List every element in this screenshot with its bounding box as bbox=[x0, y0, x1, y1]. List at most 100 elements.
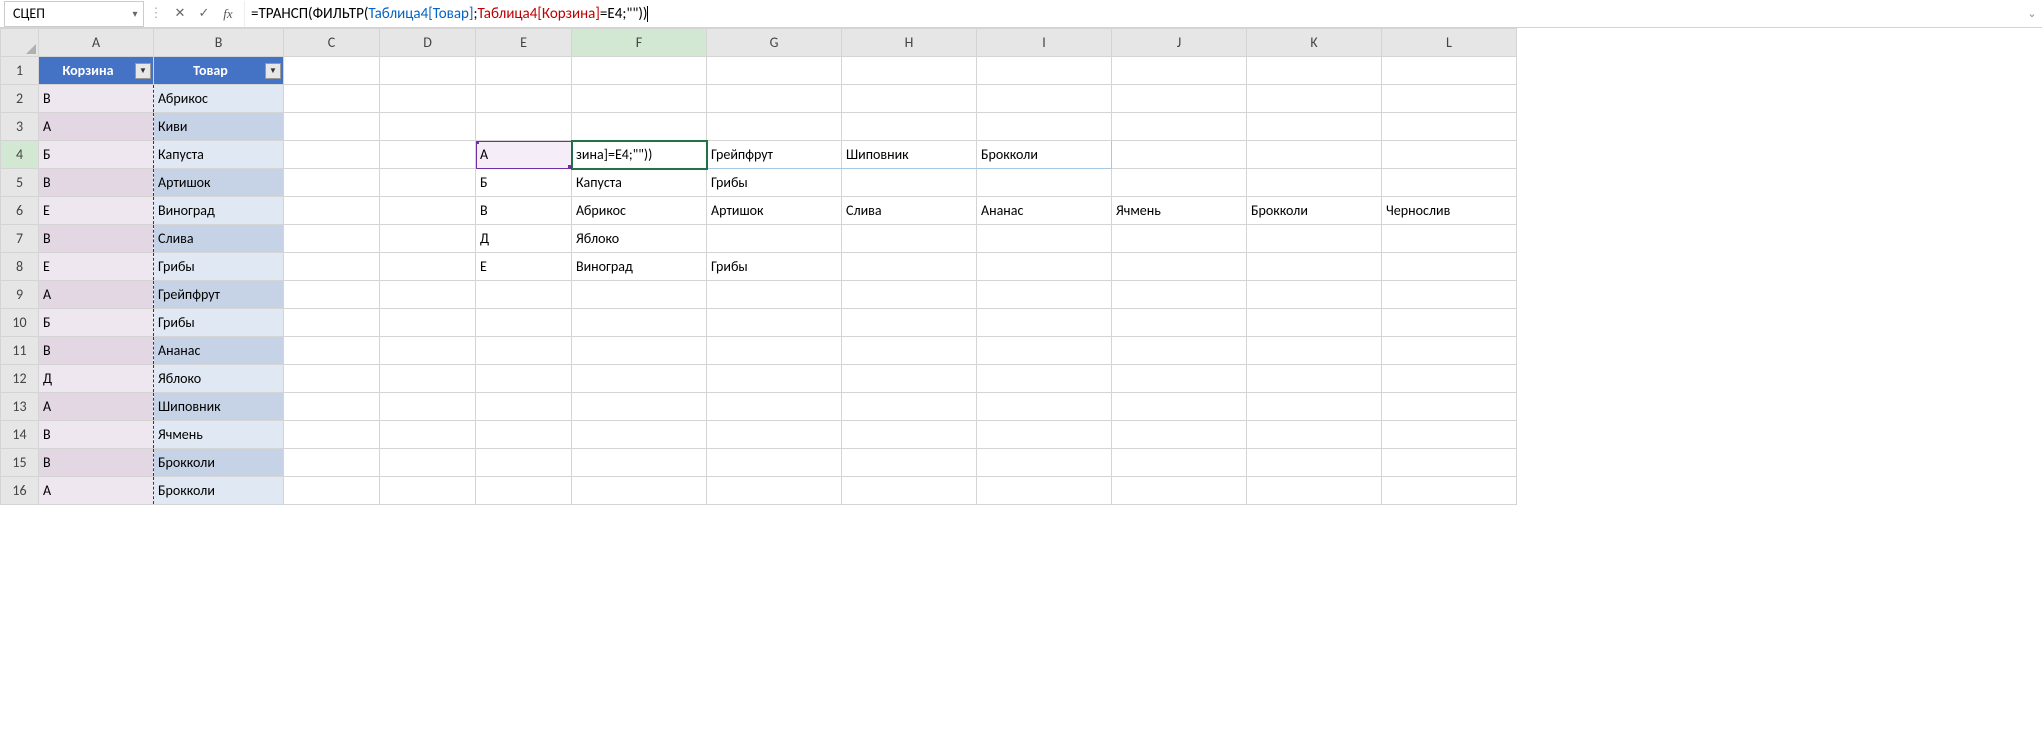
cell-L10[interactable] bbox=[1382, 309, 1517, 337]
cell-L15[interactable] bbox=[1382, 449, 1517, 477]
cell-C10[interactable] bbox=[284, 309, 380, 337]
cell-I16[interactable] bbox=[977, 477, 1112, 505]
cell-I10[interactable] bbox=[977, 309, 1112, 337]
cell-K3[interactable] bbox=[1247, 113, 1382, 141]
cell-I13[interactable] bbox=[977, 393, 1112, 421]
insert-function-button[interactable]: fx bbox=[216, 2, 240, 26]
cell-B5[interactable]: Артишок bbox=[154, 169, 284, 197]
col-header-I[interactable]: I bbox=[977, 29, 1112, 57]
cell-C2[interactable] bbox=[284, 85, 380, 113]
row-header[interactable]: 11 bbox=[1, 337, 39, 365]
name-box[interactable]: СЦЕП ▾ bbox=[4, 1, 144, 27]
cell-F1[interactable] bbox=[572, 57, 707, 85]
cell-E5[interactable]: Б bbox=[476, 169, 572, 197]
row-header[interactable]: 5 bbox=[1, 169, 39, 197]
row-header[interactable]: 9 bbox=[1, 281, 39, 309]
name-box-dropdown-icon[interactable]: ▾ bbox=[127, 7, 143, 20]
cell-A3[interactable]: А bbox=[39, 113, 154, 141]
cell-H12[interactable] bbox=[842, 365, 977, 393]
cell-K9[interactable] bbox=[1247, 281, 1382, 309]
cell-F2[interactable] bbox=[572, 85, 707, 113]
cell-H11[interactable] bbox=[842, 337, 977, 365]
cell-A1[interactable]: Корзина▼ bbox=[39, 57, 154, 85]
cell-K11[interactable] bbox=[1247, 337, 1382, 365]
cell-J10[interactable] bbox=[1112, 309, 1247, 337]
cell-G14[interactable] bbox=[707, 421, 842, 449]
cell-A16[interactable]: А bbox=[39, 477, 154, 505]
cell-I5[interactable] bbox=[977, 169, 1112, 197]
col-header-E[interactable]: E bbox=[476, 29, 572, 57]
cell-K15[interactable] bbox=[1247, 449, 1382, 477]
cell-I3[interactable] bbox=[977, 113, 1112, 141]
cell-B3[interactable]: Киви bbox=[154, 113, 284, 141]
col-header-C[interactable]: C bbox=[284, 29, 380, 57]
cell-B14[interactable]: Ячмень bbox=[154, 421, 284, 449]
cell-A6[interactable]: Е bbox=[39, 197, 154, 225]
cell-D7[interactable] bbox=[380, 225, 476, 253]
row-header[interactable]: 8 bbox=[1, 253, 39, 281]
cell-G6[interactable]: Артишок bbox=[707, 197, 842, 225]
cell-E7[interactable]: Д bbox=[476, 225, 572, 253]
cell-F15[interactable] bbox=[572, 449, 707, 477]
cell-D1[interactable] bbox=[380, 57, 476, 85]
cell-E13[interactable] bbox=[476, 393, 572, 421]
cell-F7[interactable]: Яблоко bbox=[572, 225, 707, 253]
row-header[interactable]: 7 bbox=[1, 225, 39, 253]
cell-F4[interactable]: зина]=E4;"")) bbox=[572, 141, 707, 169]
cell-J4[interactable] bbox=[1112, 141, 1247, 169]
cell-F10[interactable] bbox=[572, 309, 707, 337]
cell-J15[interactable] bbox=[1112, 449, 1247, 477]
cell-C5[interactable] bbox=[284, 169, 380, 197]
cell-L14[interactable] bbox=[1382, 421, 1517, 449]
cell-I12[interactable] bbox=[977, 365, 1112, 393]
cell-F12[interactable] bbox=[572, 365, 707, 393]
cell-H4[interactable]: Шиповник bbox=[842, 141, 977, 169]
col-header-F[interactable]: F bbox=[572, 29, 707, 57]
cell-C16[interactable] bbox=[284, 477, 380, 505]
cell-D12[interactable] bbox=[380, 365, 476, 393]
cell-E6[interactable]: В bbox=[476, 197, 572, 225]
cell-J5[interactable] bbox=[1112, 169, 1247, 197]
cell-D11[interactable] bbox=[380, 337, 476, 365]
cell-B7[interactable]: Слива bbox=[154, 225, 284, 253]
cell-H9[interactable] bbox=[842, 281, 977, 309]
cell-E11[interactable] bbox=[476, 337, 572, 365]
cell-J6[interactable]: Ячмень bbox=[1112, 197, 1247, 225]
cell-B13[interactable]: Шиповник bbox=[154, 393, 284, 421]
row-header[interactable]: 10 bbox=[1, 309, 39, 337]
row-header[interactable]: 15 bbox=[1, 449, 39, 477]
cell-A12[interactable]: Д bbox=[39, 365, 154, 393]
cell-E9[interactable] bbox=[476, 281, 572, 309]
cell-I1[interactable] bbox=[977, 57, 1112, 85]
cell-G4[interactable]: Грейпфрут bbox=[707, 141, 842, 169]
cell-I6[interactable]: Ананас bbox=[977, 197, 1112, 225]
cell-G15[interactable] bbox=[707, 449, 842, 477]
cell-D6[interactable] bbox=[380, 197, 476, 225]
cell-D10[interactable] bbox=[380, 309, 476, 337]
cell-K14[interactable] bbox=[1247, 421, 1382, 449]
cell-L2[interactable] bbox=[1382, 85, 1517, 113]
cell-J3[interactable] bbox=[1112, 113, 1247, 141]
cell-G13[interactable] bbox=[707, 393, 842, 421]
cell-C14[interactable] bbox=[284, 421, 380, 449]
cell-E4[interactable]: А bbox=[476, 141, 572, 169]
cell-D14[interactable] bbox=[380, 421, 476, 449]
cell-J12[interactable] bbox=[1112, 365, 1247, 393]
cell-H16[interactable] bbox=[842, 477, 977, 505]
cell-I4[interactable]: Брокколи bbox=[977, 141, 1112, 169]
cell-J13[interactable] bbox=[1112, 393, 1247, 421]
cell-A11[interactable]: В bbox=[39, 337, 154, 365]
cell-B11[interactable]: Ананас bbox=[154, 337, 284, 365]
formula-input[interactable]: =ТРАНСП(ФИЛЬТР(Таблица4[Товар];Таблица4[… bbox=[244, 1, 2022, 27]
cell-J1[interactable] bbox=[1112, 57, 1247, 85]
cell-H5[interactable] bbox=[842, 169, 977, 197]
filter-dropdown-icon[interactable]: ▼ bbox=[135, 63, 151, 79]
cell-J11[interactable] bbox=[1112, 337, 1247, 365]
cell-C6[interactable] bbox=[284, 197, 380, 225]
cell-A4[interactable]: Б bbox=[39, 141, 154, 169]
row-header[interactable]: 12 bbox=[1, 365, 39, 393]
cell-B9[interactable]: Грейпфрут bbox=[154, 281, 284, 309]
cell-G11[interactable] bbox=[707, 337, 842, 365]
cell-G3[interactable] bbox=[707, 113, 842, 141]
cell-K4[interactable] bbox=[1247, 141, 1382, 169]
